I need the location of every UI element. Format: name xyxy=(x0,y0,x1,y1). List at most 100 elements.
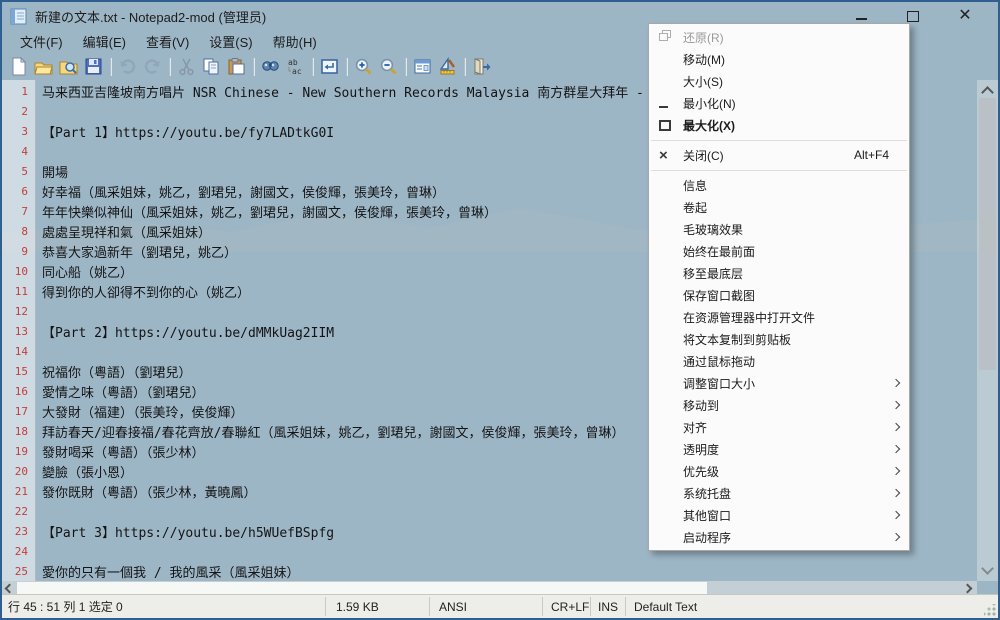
context-menu-item[interactable] xyxy=(649,136,909,144)
line-number: 22 xyxy=(2,505,36,518)
menu-bar-item[interactable]: 设置(S) xyxy=(199,30,262,53)
line-text: 同心船（姚乙） xyxy=(36,262,133,281)
notepad2-window: 新建の文本.txt - Notepad2-mod (管理员) ✕ 文件(F)编辑… xyxy=(0,0,1000,620)
status-separator xyxy=(625,597,626,616)
context-menu-item[interactable]: 其他窗口 xyxy=(649,504,909,526)
line-text: 處處呈現祥和氣（風采姐妹） xyxy=(36,222,211,241)
context-menu-item[interactable]: 通过鼠标拖动 xyxy=(649,350,909,372)
context-menu-item[interactable]: 调整窗口大小 xyxy=(649,372,909,394)
cut-button[interactable] xyxy=(174,55,199,79)
scroll-up-icon[interactable] xyxy=(981,86,994,99)
menu-bar-item[interactable]: 编辑(E) xyxy=(73,30,136,53)
scroll-left-icon[interactable] xyxy=(5,584,15,594)
submenu-arrow-icon xyxy=(892,445,900,453)
menu-item-label: 其他窗口 xyxy=(683,507,879,524)
menu-item-icon xyxy=(659,99,683,108)
menu-item-label: 始终在最前面 xyxy=(683,243,889,260)
eol-indicator[interactable]: CR+LF xyxy=(551,595,589,618)
context-menu-item[interactable]: 将文本复制到剪贴板 xyxy=(649,328,909,350)
new-file-button[interactable] xyxy=(6,55,31,79)
context-menu-item[interactable]: 卷起 xyxy=(649,196,909,218)
encoding-indicator[interactable]: ANSI xyxy=(439,595,467,618)
horizontal-scroll-thumb[interactable] xyxy=(17,582,707,594)
window-title: 新建の文本.txt - Notepad2-mod (管理员) xyxy=(35,7,266,26)
horizontal-scrollbar[interactable] xyxy=(2,581,977,595)
insert-mode-indicator[interactable]: INS xyxy=(598,595,618,618)
context-menu-item[interactable]: 最大化(X) xyxy=(649,114,909,136)
context-menu-item[interactable]: 移动到 xyxy=(649,394,909,416)
exit-button[interactable] xyxy=(469,55,494,79)
close-button[interactable]: ✕ xyxy=(952,6,978,26)
caret-position: 行 45 : 51 列 1 选定 0 xyxy=(8,595,123,618)
line-number: 14 xyxy=(2,345,36,358)
find-button[interactable] xyxy=(258,55,283,79)
submenu-arrow-icon xyxy=(892,401,900,409)
toolbar-separator xyxy=(110,58,111,76)
context-menu-item[interactable]: 信息 xyxy=(649,174,909,196)
menu-item-icon xyxy=(659,120,683,131)
word-wrap-button[interactable] xyxy=(317,55,342,79)
browse-files-button[interactable] xyxy=(56,55,81,79)
vertical-scroll-thumb[interactable] xyxy=(979,98,996,370)
line-text: 發財喝采（粵語）（張少林） xyxy=(36,442,205,461)
menu-item-label: 保存窗口截图 xyxy=(683,287,889,304)
editor-line: 25 愛你的只有一個我 / 我的風采（風采姐妹） xyxy=(2,561,977,581)
menu-bar-item[interactable]: 查看(V) xyxy=(136,30,199,53)
vertical-scrollbar[interactable] xyxy=(977,80,998,581)
scroll-right-icon[interactable] xyxy=(963,584,973,594)
submenu-arrow-icon xyxy=(892,511,900,519)
scheme-indicator[interactable]: Default Text xyxy=(634,595,697,618)
menu-item-shortcut: Alt+F4 xyxy=(854,148,903,162)
view-schemes-button[interactable] xyxy=(410,55,435,79)
menu-item-label: 毛玻璃效果 xyxy=(683,221,889,238)
context-menu-item[interactable]: 始终在最前面 xyxy=(649,240,909,262)
line-text: 【Part 2】https://youtu.be/dMMkUag2IIM xyxy=(36,322,334,341)
scroll-down-icon[interactable] xyxy=(981,562,994,575)
toolbar-separator xyxy=(312,58,313,76)
line-number: 9 xyxy=(2,245,36,258)
redo-button[interactable] xyxy=(140,55,165,79)
context-menu-item[interactable]: 透明度 xyxy=(649,438,909,460)
line-text: 愛情之味（粵語）（劉珺兒） xyxy=(36,382,205,401)
zoom-out-button[interactable] xyxy=(376,55,401,79)
context-menu-item[interactable]: 对齐 xyxy=(649,416,909,438)
menu-item-label: 调整窗口大小 xyxy=(683,375,879,392)
menu-item-label: 最小化(N) xyxy=(683,95,889,112)
context-menu-item[interactable]: 毛玻璃效果 xyxy=(649,218,909,240)
submenu-arrow-icon xyxy=(892,379,900,387)
customize-schemes-button[interactable] xyxy=(435,55,460,79)
context-menu-item[interactable]: 系统托盘 xyxy=(649,482,909,504)
zoom-in-button[interactable] xyxy=(351,55,376,79)
context-menu-item[interactable]: 最小化(N) xyxy=(649,92,909,114)
menu-bar-item[interactable]: 帮助(H) xyxy=(263,30,327,53)
save-file-button[interactable] xyxy=(81,55,106,79)
context-menu-item[interactable]: 关闭(C) Alt+F4 xyxy=(649,144,909,166)
context-menu-item[interactable]: 启动程序 xyxy=(649,526,909,548)
context-menu-item[interactable]: 在资源管理器中打开文件 xyxy=(649,306,909,328)
copy-button[interactable] xyxy=(199,55,224,79)
line-number: 11 xyxy=(2,285,36,298)
resize-grip[interactable] xyxy=(984,604,996,616)
replace-button[interactable]: abac xyxy=(283,55,308,79)
context-menu-item[interactable]: 移至最底层 xyxy=(649,262,909,284)
line-number: 3 xyxy=(2,125,36,138)
context-menu-item[interactable]: 移动(M) xyxy=(649,48,909,70)
line-text: 恭喜大家過新年（劉珺兒，姚乙） xyxy=(36,242,237,261)
toolbar-separator xyxy=(169,58,170,76)
undo-button[interactable] xyxy=(115,55,140,79)
context-menu-item[interactable]: 大小(S) xyxy=(649,70,909,92)
submenu-arrow-icon xyxy=(892,533,900,541)
status-separator xyxy=(590,597,591,616)
line-text: 【Part 1】https://youtu.be/fy7LADtkG0I xyxy=(36,122,334,141)
toolbar-separator xyxy=(464,58,465,76)
menu-bar-item[interactable]: 文件(F) xyxy=(10,30,73,53)
context-menu-item[interactable]: 还原(R) xyxy=(649,26,909,48)
line-number: 1 xyxy=(2,85,36,98)
menu-item-label: 系统托盘 xyxy=(683,485,879,502)
open-file-button[interactable] xyxy=(31,55,56,79)
context-menu-item[interactable] xyxy=(649,166,909,174)
paste-button[interactable] xyxy=(224,55,249,79)
context-menu-item[interactable]: 保存窗口截图 xyxy=(649,284,909,306)
menu-item-label: 透明度 xyxy=(683,441,879,458)
context-menu-item[interactable]: 优先级 xyxy=(649,460,909,482)
